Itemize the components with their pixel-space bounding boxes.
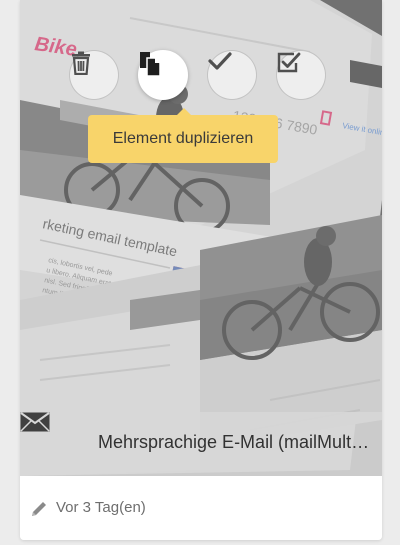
duplicate-tooltip: Element duplizieren [88, 108, 278, 163]
asset-title[interactable]: Mehrsprachige E-Mail (mailMultilingual) [98, 432, 370, 453]
duplicate-button[interactable] [138, 50, 188, 100]
modified-date: Vor 3 Tag(en) [56, 499, 146, 516]
delete-button[interactable] [69, 50, 119, 100]
email-icon [20, 412, 50, 432]
checkbox-icon [277, 52, 301, 73]
activate-button[interactable] [276, 50, 326, 100]
trash-icon [72, 51, 90, 75]
pencil-icon [32, 502, 46, 516]
card-meta: Vor 3 Tag(en) [20, 476, 382, 540]
asset-card[interactable]: 123 456 7890 View it online [20, 0, 382, 540]
email-thumbnail[interactable]: 123 456 7890 View it online [20, 0, 382, 476]
card-title-bar[interactable]: Mehrsprachige E-Mail (mailMultilingual) [20, 412, 382, 476]
duplicate-icon [140, 52, 161, 77]
select-button[interactable] [207, 50, 257, 100]
checkmark-icon [208, 52, 232, 70]
